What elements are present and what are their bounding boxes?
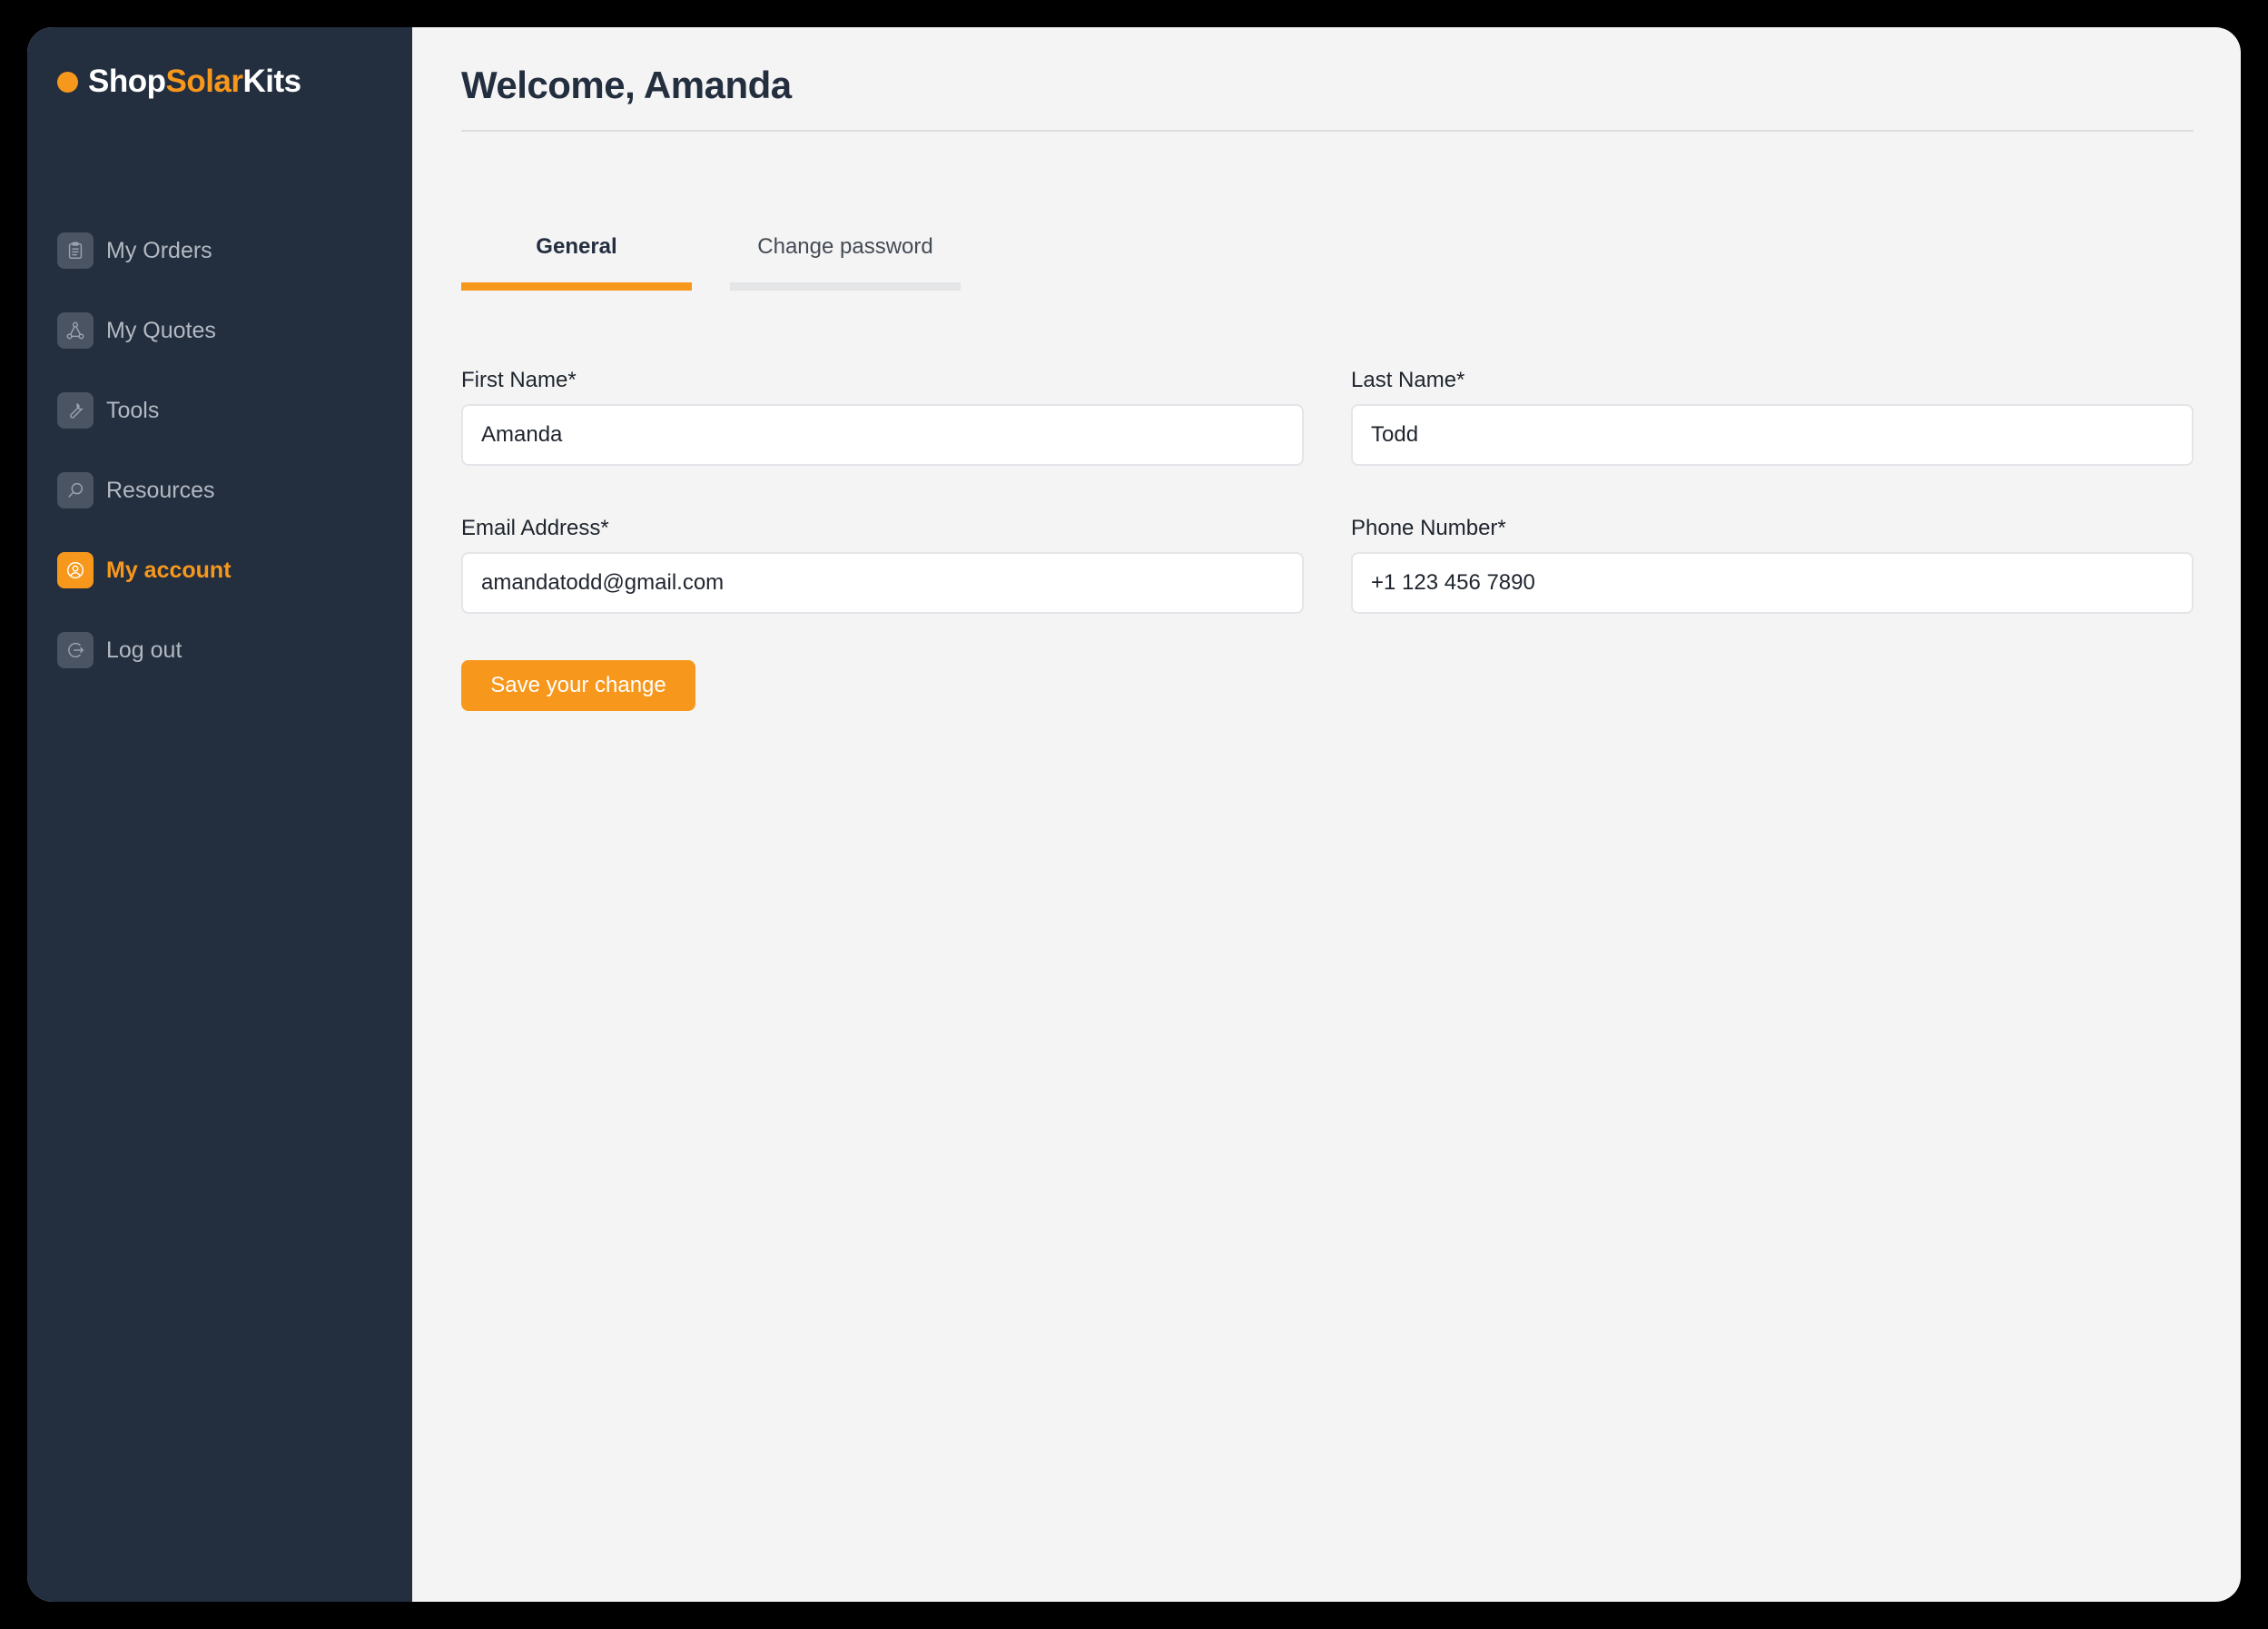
save-button[interactable]: Save your change — [461, 660, 695, 711]
app-window: Shop Solar Kits My Orders My Quotes Tool… — [27, 27, 2241, 1602]
sidebar-item-my-orders[interactable]: My Orders — [57, 232, 232, 269]
sidebar-item-my-quotes[interactable]: My Quotes — [57, 312, 232, 349]
last-name-input[interactable] — [1351, 404, 2194, 466]
account-tabs: General Change password — [461, 234, 999, 291]
brand-name-solar: Solar — [165, 64, 243, 99]
sidebar-item-tools[interactable]: Tools — [57, 392, 232, 429]
phone-input[interactable] — [1351, 552, 2194, 614]
sidebar-item-label: My account — [106, 557, 232, 583]
phone-group: Phone Number* — [1351, 516, 2194, 614]
clipboard-icon — [57, 232, 94, 269]
user-circle-icon — [57, 552, 94, 588]
first-name-group: First Name* — [461, 368, 1304, 466]
last-name-group: Last Name* — [1351, 368, 2194, 466]
logo-dot-icon — [57, 71, 78, 93]
phone-label: Phone Number* — [1351, 516, 1506, 540]
tab-indicator — [461, 282, 692, 291]
sidebar-item-log-out[interactable]: Log out — [57, 632, 232, 668]
logout-icon — [57, 632, 94, 668]
brand-logo[interactable]: Shop Solar Kits — [57, 64, 301, 100]
sidebar-item-resources[interactable]: Resources — [57, 472, 232, 508]
title-divider — [461, 130, 2194, 132]
tab-indicator — [730, 282, 961, 291]
first-name-input[interactable] — [461, 404, 1304, 466]
search-icon — [57, 472, 94, 508]
tab-change-password[interactable]: Change password — [730, 234, 961, 291]
sidebar-item-label: Resources — [106, 477, 215, 503]
email-label: Email Address* — [461, 516, 609, 540]
email-group: Email Address* — [461, 516, 1304, 614]
wrench-icon — [57, 392, 94, 429]
tab-label: Change password — [757, 234, 933, 259]
main-content: Welcome, Amanda General Change password … — [412, 27, 2241, 1602]
first-name-label: First Name* — [461, 368, 577, 392]
brand-name-kits: Kits — [242, 64, 302, 99]
device-frame: Shop Solar Kits My Orders My Quotes Tool… — [0, 0, 2268, 1629]
sidebar-item-label: My Orders — [106, 237, 212, 263]
sidebar-item-label: My Quotes — [106, 317, 216, 343]
tab-general[interactable]: General — [461, 234, 692, 291]
last-name-label: Last Name* — [1351, 368, 1465, 392]
sidebar-nav: My Orders My Quotes Tools Resources My a… — [57, 232, 232, 712]
brand-name-shop: Shop — [88, 64, 166, 99]
sidebar: Shop Solar Kits My Orders My Quotes Tool… — [27, 27, 412, 1602]
sidebar-item-label: Tools — [106, 397, 160, 423]
tab-label: General — [536, 234, 617, 259]
page-title: Welcome, Amanda — [461, 64, 792, 106]
email-input[interactable] — [461, 552, 1304, 614]
sidebar-item-my-account[interactable]: My account — [57, 552, 232, 588]
network-icon — [57, 312, 94, 349]
sidebar-item-label: Log out — [106, 637, 182, 663]
